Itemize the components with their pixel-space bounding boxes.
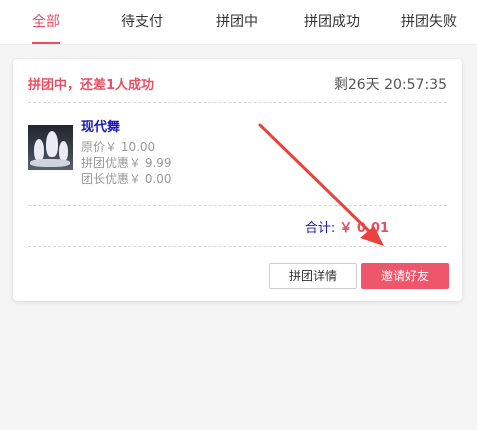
- tab-label: 拼团成功: [304, 14, 360, 30]
- product-name[interactable]: 现代舞: [81, 116, 120, 135]
- total-label: 合计:: [304, 221, 336, 236]
- active-tab-indicator: [32, 42, 60, 44]
- dancer-skirts: [30, 159, 70, 167]
- group-order-card: 拼团中，还差1人成功 剩26天 20:57:35 现代舞 原价￥ 10.00 拼…: [13, 59, 462, 301]
- tab-label: 拼团中: [216, 14, 258, 30]
- dancer-figure: [46, 131, 58, 157]
- group-details-button[interactable]: 拼团详情: [269, 263, 357, 289]
- group-status: 拼团中，还差1人成功: [28, 78, 155, 93]
- tab-label: 待支付: [121, 14, 163, 30]
- tab-pending-payment[interactable]: 待支付: [120, 0, 164, 44]
- tab-grouping[interactable]: 拼团中: [215, 0, 259, 44]
- tab-bar: 全部 待支付 拼团中 拼团成功 拼团失败: [0, 0, 477, 45]
- divider: [28, 102, 447, 103]
- total-value: ￥ 0.01: [339, 221, 389, 236]
- product-thumbnail[interactable]: [28, 125, 73, 170]
- leader-discount: 团长优惠￥ 0.00: [81, 172, 172, 186]
- dancer-figure: [59, 141, 68, 161]
- tab-group-failed[interactable]: 拼团失败: [400, 0, 458, 44]
- order-total: 合计: ￥ 0.01: [305, 217, 389, 236]
- original-price: 原价￥ 10.00: [81, 140, 156, 154]
- page: 全部 待支付 拼团中 拼团成功 拼团失败 拼团中，还差1人成功 剩26天 20:…: [0, 0, 477, 430]
- tab-label: 拼团失败: [401, 14, 457, 30]
- dancer-figure: [34, 139, 44, 161]
- invite-friends-button[interactable]: 邀请好友: [361, 263, 449, 289]
- divider: [28, 205, 447, 206]
- divider: [28, 246, 447, 247]
- countdown-timer: 剩26天 20:57:35: [333, 77, 447, 93]
- tab-all[interactable]: 全部: [32, 0, 60, 44]
- tab-label: 全部: [32, 14, 60, 30]
- group-discount: 拼团优惠￥ 9.99: [81, 156, 172, 170]
- tab-group-success[interactable]: 拼团成功: [303, 0, 361, 44]
